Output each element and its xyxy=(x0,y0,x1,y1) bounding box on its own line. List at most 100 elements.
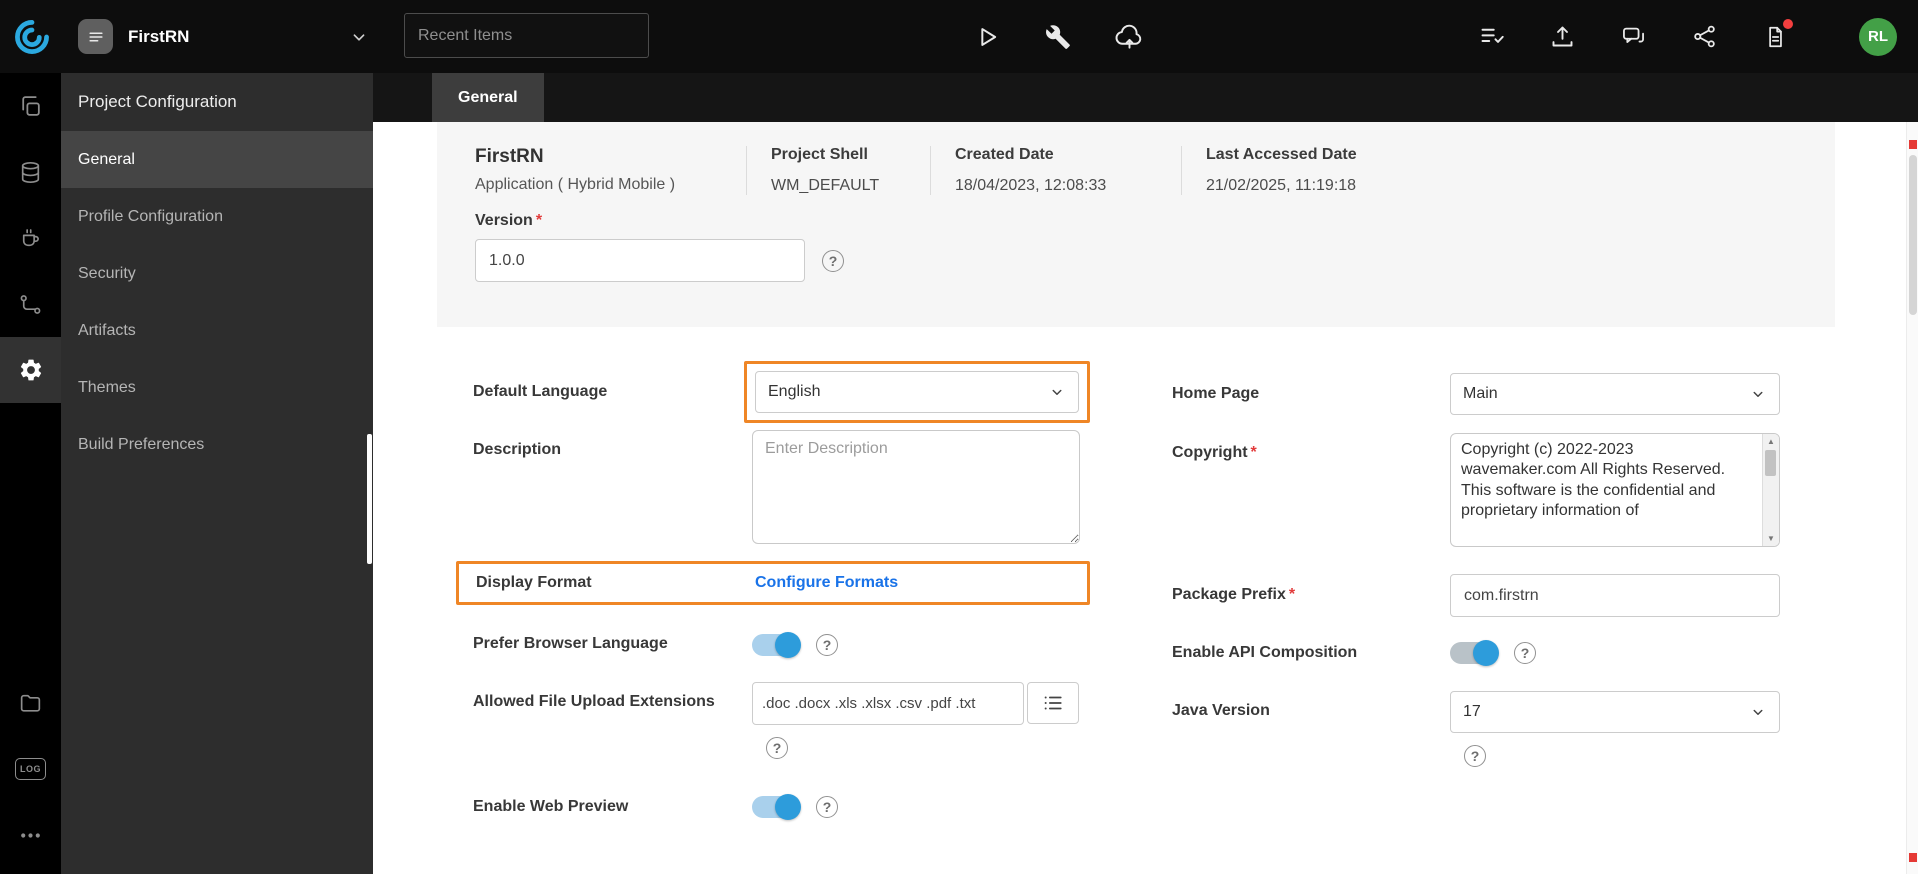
project-name: FirstRN xyxy=(128,26,190,46)
sidebar-item-artifacts[interactable]: Artifacts xyxy=(61,302,373,359)
display-format-label: Display Format xyxy=(476,574,592,591)
package-prefix-label: Package Prefix * xyxy=(1172,586,1296,604)
allowed-file-upload-extensions-input[interactable] xyxy=(752,681,1024,725)
sidebar-item-security[interactable]: Security xyxy=(61,245,373,302)
settings-form: Default Language English Description Ent… xyxy=(456,361,1906,820)
default-language-select[interactable]: English xyxy=(755,371,1079,413)
page-scrollbar[interactable] xyxy=(1906,122,1918,874)
build-tools-button[interactable] xyxy=(1043,22,1073,52)
content-area: FirstRN Application ( Hybrid Mobile ) Pr… xyxy=(373,122,1906,874)
description-label: Description xyxy=(473,441,562,458)
prefer-browser-language-help-icon[interactable]: ? xyxy=(816,633,838,656)
package-prefix-input[interactable] xyxy=(1450,574,1780,617)
enable-web-preview-toggle[interactable] xyxy=(752,793,801,820)
required-marker: * xyxy=(535,212,543,229)
cloud-deploy-button[interactable] xyxy=(1114,22,1144,52)
sidebar-item-themes[interactable]: Themes xyxy=(61,359,373,416)
enable-web-preview-help-icon[interactable]: ? xyxy=(816,795,838,818)
toggle-knob xyxy=(1473,640,1499,667)
summary-project-type: Application ( Hybrid Mobile ) xyxy=(475,176,676,193)
scrollbar-thumb[interactable] xyxy=(1909,155,1917,315)
chevron-down-icon xyxy=(348,26,370,48)
notification-dot xyxy=(1783,18,1793,29)
git-branch-button[interactable] xyxy=(1689,22,1719,52)
version-help-icon[interactable]: ? xyxy=(822,249,844,272)
wavemaker-logo[interactable] xyxy=(11,16,53,58)
summary-last-accessed-value: 21/02/2025, 11:19:18 xyxy=(1206,177,1357,194)
prefer-browser-language-label: Prefer Browser Language xyxy=(473,635,668,653)
required-marker: * xyxy=(1288,586,1296,604)
allowed-file-upload-extensions-label: Allowed File Upload Extensions xyxy=(473,692,715,710)
java-version-select[interactable]: 17 xyxy=(1450,691,1780,734)
allowed-file-upload-help-icon[interactable]: ? xyxy=(766,736,788,759)
chevron-down-icon xyxy=(1048,383,1066,401)
tab-strip: General xyxy=(373,73,1918,122)
tab-general[interactable]: General xyxy=(432,73,544,122)
recent-items-placeholder: Recent Items xyxy=(418,26,513,44)
run-play-button[interactable] xyxy=(972,22,1002,52)
task-list-button[interactable] xyxy=(1476,22,1506,52)
user-avatar[interactable]: RL xyxy=(1859,17,1897,56)
java-version-label: Java Version xyxy=(1172,702,1270,720)
enable-api-composition-toggle[interactable] xyxy=(1450,640,1499,667)
scroll-down-arrow-icon[interactable]: ▼ xyxy=(1763,534,1779,543)
scrollbar-change-marker-top xyxy=(1909,140,1917,149)
project-selector[interactable]: FirstRN xyxy=(78,0,370,73)
more-options-icon[interactable] xyxy=(0,802,61,868)
java-version-help-icon[interactable]: ? xyxy=(1464,745,1486,768)
project-summary: FirstRN Application ( Hybrid Mobile ) Pr… xyxy=(437,122,1835,327)
recent-items-input[interactable]: Recent Items xyxy=(404,13,649,58)
sidebar: Project Configuration General Profile Co… xyxy=(61,73,373,874)
home-page-label: Home Page xyxy=(1172,384,1260,402)
scrollbar-change-marker-bottom xyxy=(1909,853,1917,862)
apis-flow-icon[interactable] xyxy=(0,271,61,337)
database-icon[interactable] xyxy=(0,139,61,205)
summary-created-date-value: 18/04/2023, 12:08:33 xyxy=(955,177,1107,194)
icon-rail: LOG xyxy=(0,73,61,874)
version-label: Version * xyxy=(475,212,543,229)
files-folder-icon[interactable] xyxy=(0,670,61,736)
prefer-browser-language-toggle[interactable] xyxy=(752,631,801,658)
configure-formats-link[interactable]: Configure Formats xyxy=(755,574,898,592)
scroll-up-arrow-icon[interactable]: ▲ xyxy=(1763,437,1779,446)
java-services-icon[interactable] xyxy=(0,205,61,271)
description-textarea[interactable] xyxy=(752,430,1080,544)
enable-api-composition-label: Enable API Composition xyxy=(1172,644,1358,661)
required-marker: * xyxy=(1250,444,1257,461)
topbar-center-actions xyxy=(972,0,1144,73)
sidebar-title: Project Configuration xyxy=(78,92,237,111)
summary-created-date-label: Created Date xyxy=(955,146,1054,163)
pages-icon[interactable] xyxy=(0,73,61,139)
logs-icon[interactable]: LOG xyxy=(0,736,61,802)
topbar: FirstRN Recent Items RL xyxy=(0,0,1918,73)
copyright-text: Copyright (c) 2022-2023 wavemaker.com Al… xyxy=(1461,441,1726,520)
summary-project-shell-label: Project Shell xyxy=(771,146,868,163)
summary-project-shell-value: WM_DEFAULT xyxy=(771,177,880,194)
copyright-scrollbar[interactable]: ▲ ▼ xyxy=(1762,434,1779,546)
export-publish-button[interactable] xyxy=(1547,22,1577,52)
project-changes-button[interactable] xyxy=(1760,18,1793,52)
toggle-knob xyxy=(775,793,801,820)
scrollbar-thumb[interactable] xyxy=(1765,450,1776,476)
toggle-knob xyxy=(775,631,801,658)
extensions-list-button[interactable] xyxy=(1027,682,1079,725)
default-language-label: Default Language xyxy=(473,382,608,400)
copyright-textarea[interactable]: Copyright (c) 2022-2023 wavemaker.com Al… xyxy=(1450,433,1780,547)
default-language-highlight: English xyxy=(744,361,1090,423)
feedback-chat-button[interactable] xyxy=(1618,22,1648,52)
chevron-down-icon xyxy=(1749,385,1767,403)
enable-api-composition-help-icon[interactable]: ? xyxy=(1514,642,1536,665)
chevron-down-icon xyxy=(1749,703,1767,721)
home-page-select[interactable]: Main xyxy=(1450,373,1780,415)
enable-web-preview-label: Enable Web Preview xyxy=(473,797,629,815)
sidebar-item-general[interactable]: General xyxy=(61,131,373,188)
summary-last-accessed-label: Last Accessed Date xyxy=(1206,146,1357,163)
sidebar-scrollbar[interactable] xyxy=(367,434,372,564)
project-icon xyxy=(78,19,113,54)
sidebar-item-profile-configuration[interactable]: Profile Configuration xyxy=(61,188,373,245)
settings-gear-icon[interactable] xyxy=(0,337,61,403)
version-input[interactable] xyxy=(475,239,805,282)
copyright-label: Copyright * xyxy=(1172,444,1257,461)
sidebar-item-build-preferences[interactable]: Build Preferences xyxy=(61,416,373,473)
display-format-highlight: Display Format Configure Formats xyxy=(456,561,1090,606)
